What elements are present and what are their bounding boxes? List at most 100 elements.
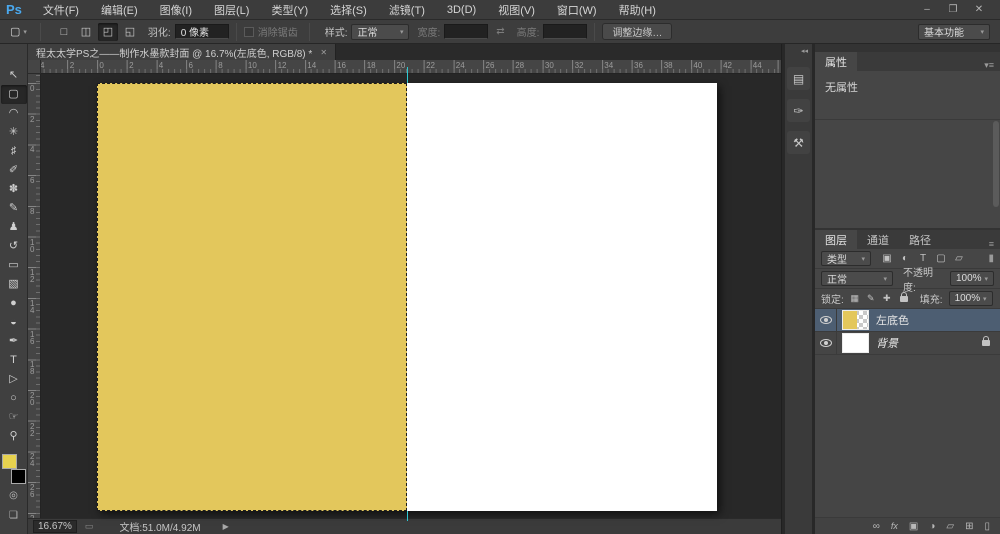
menu-item-0[interactable]: 文件(F) — [32, 2, 90, 18]
opacity-select[interactable]: 100% ▾ — [950, 271, 994, 286]
menu-item-7[interactable]: 3D(D) — [436, 4, 487, 16]
new-layer-icon[interactable]: ⊞ — [965, 521, 973, 532]
adjustment-layer-icon[interactable]: ◑ — [929, 521, 935, 532]
vertical-guide[interactable] — [407, 511, 408, 521]
clone-source-panel-icon[interactable]: ⚒ — [787, 131, 810, 154]
clone-stamp-tool[interactable]: ♟ — [1, 218, 27, 237]
panel-menu-icon[interactable]: ≡ — [989, 239, 994, 249]
lasso-tool[interactable]: ◠ — [1, 104, 27, 123]
path-selection-tool[interactable]: ▷ — [1, 370, 27, 389]
subtract-selection-button[interactable]: ◰ — [98, 23, 118, 41]
antialias-checkbox[interactable] — [244, 27, 254, 37]
eyedropper-tool[interactable]: ✐ — [1, 161, 27, 180]
horizontal-ruler[interactable]: 4202468101214161820222426283032343638404… — [41, 60, 781, 74]
ruler-corner[interactable] — [28, 60, 41, 74]
tab-路径[interactable]: 路径 — [899, 230, 941, 249]
filter-pixel-layers-icon[interactable]: ▣ — [879, 253, 895, 264]
lock-paint-icon[interactable]: ✎ — [864, 293, 878, 304]
brush-presets-panel-icon[interactable]: ✑ — [787, 99, 810, 122]
lock-position-icon[interactable]: ✚ — [880, 293, 894, 304]
vertical-guide[interactable] — [407, 67, 408, 83]
filter-type-layers-icon[interactable]: T — [915, 253, 931, 264]
crop-tool[interactable]: ♯ — [1, 142, 27, 161]
blur-tool[interactable]: ● — [1, 294, 27, 313]
tab-properties[interactable]: 属性 — [815, 52, 857, 71]
type-tool[interactable]: T — [1, 351, 27, 370]
delete-layer-icon[interactable]: ▯ — [984, 521, 990, 532]
menu-item-10[interactable]: 帮助(H) — [608, 2, 667, 18]
layer-style-icon[interactable]: fx — [891, 521, 898, 531]
eraser-tool[interactable]: ▭ — [1, 256, 27, 275]
filter-adjustment-layers-icon[interactable]: ◐ — [897, 253, 913, 264]
width-input[interactable] — [444, 24, 488, 39]
healing-brush-tool[interactable]: ✽ — [1, 180, 27, 199]
filter-kind-select[interactable]: 类型 ▾ — [821, 251, 871, 266]
status-options-arrow-icon[interactable]: ▶ — [223, 522, 229, 531]
fill-select[interactable]: 100% ▾ — [949, 291, 993, 306]
lock-all-icon[interactable] — [900, 296, 908, 302]
menu-item-1[interactable]: 编辑(E) — [90, 2, 149, 18]
move-tool[interactable]: ↖ — [1, 66, 27, 85]
swap-dimensions-icon[interactable]: ⇄ — [496, 26, 504, 37]
layer-row[interactable]: 左底色 — [815, 309, 1000, 332]
new-selection-button[interactable]: □ — [54, 23, 74, 41]
filter-toggle-icon[interactable]: ▮ — [988, 253, 994, 264]
lock-transparent-pixels-icon[interactable]: ▦ — [848, 293, 862, 304]
add-layer-mask-icon[interactable]: ▣ — [909, 521, 918, 532]
menu-item-9[interactable]: 窗口(W) — [546, 2, 608, 18]
canvas[interactable] — [97, 83, 717, 511]
document-tab[interactable]: 程太太学PS之——制作水墨款封面 @ 16.7%(左底色, RGB/8) * ✕ — [28, 44, 336, 60]
style-select[interactable]: 正常 ▾ — [351, 24, 409, 40]
new-group-icon[interactable]: ▱ — [946, 521, 954, 532]
filter-shape-layers-icon[interactable]: ▢ — [933, 253, 949, 264]
layer-thumbnail[interactable] — [842, 310, 869, 330]
zoom-tool[interactable]: ⚲ — [1, 427, 27, 446]
refine-edge-button[interactable]: 调整边缘… — [602, 23, 672, 40]
layer-row[interactable]: 背景 — [815, 332, 1000, 355]
menu-item-8[interactable]: 视图(V) — [487, 2, 546, 18]
menu-item-2[interactable]: 图像(I) — [149, 2, 203, 18]
workspace-select[interactable]: 基本功能 ▾ — [918, 24, 990, 40]
filter-smart-objects-icon[interactable]: ▱ — [951, 253, 967, 264]
restore-button[interactable]: ❐ — [940, 4, 966, 15]
add-selection-button[interactable]: ◫ — [76, 23, 96, 41]
screen-mode-button[interactable]: ❏ — [3, 509, 25, 524]
shape-tool[interactable]: ○ — [1, 389, 27, 408]
menu-item-6[interactable]: 滤镜(T) — [378, 2, 436, 18]
close-icon[interactable]: ✕ — [320, 48, 327, 57]
layer-thumbnail[interactable] — [842, 333, 869, 353]
vertical-ruler[interactable]: 0246810121416182022242628 — [28, 74, 41, 518]
scrollbar-thumb[interactable] — [993, 121, 999, 207]
menu-item-4[interactable]: 类型(Y) — [260, 2, 319, 18]
dodge-tool[interactable]: ◒ — [1, 313, 27, 332]
visibility-toggle[interactable] — [815, 309, 837, 331]
brush-tool[interactable]: ✎ — [1, 199, 27, 218]
collapse-dock-icon[interactable]: ◂◂ — [785, 44, 812, 58]
height-input[interactable] — [543, 24, 587, 39]
pasteboard[interactable] — [41, 74, 781, 518]
visibility-toggle[interactable] — [815, 332, 837, 354]
rectangular-marquee-tool[interactable]: ▢ — [1, 85, 27, 104]
close-button[interactable]: ✕ — [966, 4, 992, 15]
pen-tool[interactable]: ✒ — [1, 332, 27, 351]
feather-input[interactable]: 0 像素 — [175, 24, 229, 39]
tool-preset-dropdown[interactable]: ▢ ▾ — [0, 25, 33, 38]
tab-图层[interactable]: 图层 — [815, 230, 857, 249]
intersect-selection-button[interactable]: ◱ — [120, 23, 140, 41]
zoom-level-field[interactable]: 16.67% — [33, 520, 77, 533]
tab-通道[interactable]: 通道 — [857, 230, 899, 249]
background-color-swatch[interactable] — [11, 469, 26, 484]
menu-item-5[interactable]: 选择(S) — [319, 2, 378, 18]
minimize-button[interactable]: – — [914, 4, 940, 15]
panel-menu-icon[interactable]: ▾≡ — [984, 60, 994, 71]
menu-item-3[interactable]: 图层(L) — [203, 2, 260, 18]
blend-mode-select[interactable]: 正常 ▾ — [821, 271, 893, 286]
history-brush-tool[interactable]: ↺ — [1, 237, 27, 256]
quick-mask-button[interactable]: ◎ — [3, 489, 25, 504]
foreground-color-swatch[interactable] — [2, 454, 17, 469]
link-layers-icon[interactable]: ∞ — [873, 521, 880, 532]
gradient-tool[interactable]: ▧ — [1, 275, 27, 294]
quick-selection-tool[interactable]: ✳ — [1, 123, 27, 142]
hand-tool[interactable]: ☞ — [1, 408, 27, 427]
history-panel-icon[interactable]: ▤ — [787, 67, 810, 90]
